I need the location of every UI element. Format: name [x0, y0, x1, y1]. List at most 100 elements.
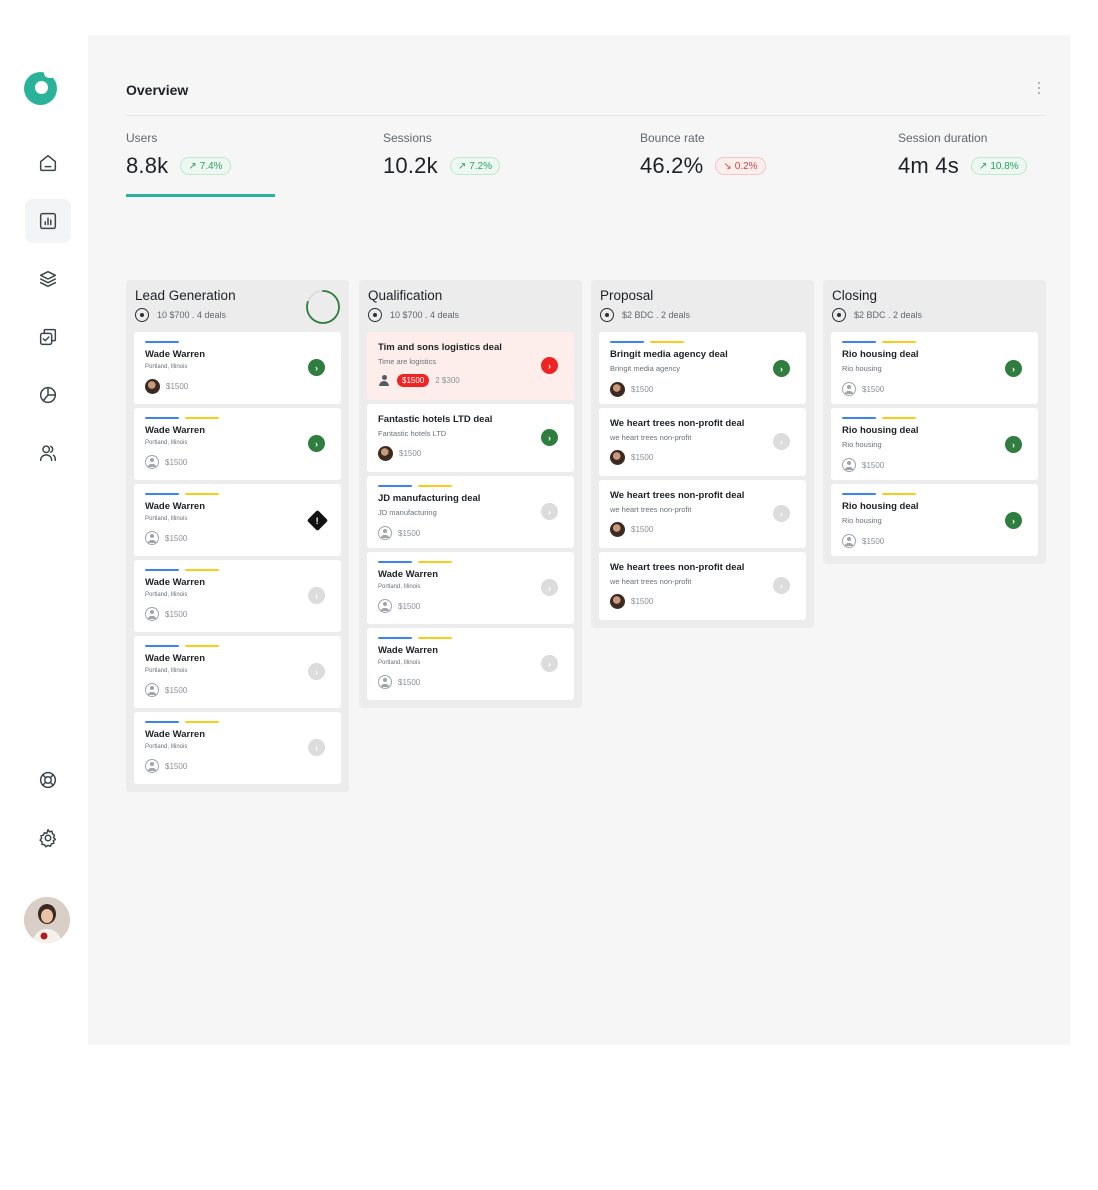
deal-title: Wade Warren: [145, 349, 206, 360]
open-arrow-icon[interactable]: ›: [541, 503, 558, 520]
deal-card[interactable]: Wade Warren Portland, Illinois $1500 ›: [134, 332, 341, 404]
open-arrow-icon[interactable]: ›: [1005, 512, 1022, 529]
deal-card[interactable]: Rio housing deal Rio housing $1500 ›: [831, 408, 1038, 480]
deal-price: $1500: [166, 382, 189, 391]
trend-badge: ↘ 0.2%: [715, 157, 766, 175]
avatar: [610, 522, 625, 537]
open-arrow-icon[interactable]: ›: [773, 433, 790, 450]
deal-card[interactable]: Wade Warren Portland, Illinois $1500 ›: [134, 408, 341, 480]
deal-card[interactable]: Wade Warren Portland, Illinois $1500 ›: [367, 552, 574, 624]
stat-label: Session duration: [898, 131, 988, 145]
deal-price: $1500: [165, 533, 188, 543]
deal-price: $1500: [398, 677, 421, 687]
pie-chart-icon[interactable]: [25, 373, 71, 417]
chart-icon[interactable]: [25, 199, 71, 243]
open-arrow-icon[interactable]: ›: [773, 360, 790, 377]
avatar: [378, 446, 393, 461]
deal-subtitle: Rio housing: [842, 440, 882, 449]
deal-subtitle: Portland, Illinois: [145, 668, 188, 674]
trend-up-icon: ↗: [978, 160, 988, 172]
open-arrow-icon[interactable]: ›: [1005, 436, 1022, 453]
open-arrow-icon[interactable]: ›: [541, 357, 558, 374]
settings-icon[interactable]: [25, 816, 71, 860]
deal-card[interactable]: Rio housing deal Rio housing $1500 ›: [831, 484, 1038, 556]
warning-icon[interactable]: !: [306, 509, 329, 532]
column-summary: $2 BDC . 2 deals: [622, 310, 691, 320]
deal-title: Rio housing deal: [842, 425, 919, 436]
deal-card[interactable]: Wade Warren Portland, Illinois $1500 ›: [134, 560, 341, 632]
stat-session-duration[interactable]: Session duration 4m 4s ↗ 10.8%: [898, 131, 1027, 179]
stat-sessions[interactable]: Sessions 10.2k ↗ 7.2%: [383, 131, 501, 179]
deal-card[interactable]: Wade Warren Portland, Illinois $1500 ›: [367, 628, 574, 700]
target-icon: [832, 308, 846, 322]
open-arrow-icon[interactable]: ›: [308, 739, 325, 756]
deal-subtitle: Rio housing: [842, 364, 882, 373]
deal-title: JD manufacturing deal: [378, 493, 481, 504]
column-summary: 10 $700 . 4 deals: [390, 310, 460, 320]
deal-subtitle: Portland, Illinois: [145, 364, 188, 370]
sidebar: [0, 0, 88, 1190]
deal-price: $1500: [165, 761, 188, 771]
stat-bounce-rate[interactable]: Bounce rate 46.2% ↘ 0.2%: [640, 131, 766, 179]
deal-card[interactable]: Wade Warren Portland, Illinois $1500 ›: [134, 636, 341, 708]
deal-card[interactable]: Wade Warren Portland, Illinois $1500 !: [134, 484, 341, 556]
deal-price: $1500: [862, 536, 885, 546]
deal-card[interactable]: We heart trees non-profit deal we heart …: [599, 552, 806, 620]
stat-label: Bounce rate: [640, 131, 705, 145]
deal-price: $1500: [631, 525, 654, 534]
stat-users[interactable]: Users 8.8k ↗ 7.4%: [126, 131, 231, 179]
trend-badge: ↗ 7.4%: [180, 157, 231, 175]
deal-subtitle: Portland, Illinois: [145, 516, 188, 522]
support-icon[interactable]: [25, 758, 71, 802]
deal-card[interactable]: We heart trees non-profit deal we heart …: [599, 408, 806, 476]
open-arrow-icon[interactable]: ›: [308, 587, 325, 604]
deal-card[interactable]: Bringit media agency deal Bringit media …: [599, 332, 806, 404]
avatar: [610, 382, 625, 397]
open-arrow-icon[interactable]: ›: [541, 429, 558, 446]
deal-card[interactable]: Wade Warren Portland, Illinois $1500 ›: [134, 712, 341, 784]
column-proposal: Proposal $2 BDC . 2 deals Bringit media …: [591, 280, 814, 628]
open-arrow-icon[interactable]: ›: [773, 577, 790, 594]
deal-title: Wade Warren: [145, 729, 206, 740]
deal-card[interactable]: Rio housing deal Rio housing $1500 ›: [831, 332, 1038, 404]
person-icon: [378, 375, 391, 386]
deal-card[interactable]: We heart trees non-profit deal we heart …: [599, 480, 806, 548]
column-summary: $2 BDC . 2 deals: [854, 310, 923, 320]
open-arrow-icon[interactable]: ›: [308, 359, 325, 376]
stat-value: 10.2k: [383, 153, 438, 178]
deal-card-highlighted[interactable]: Tim and sons logistics deal Time are log…: [367, 332, 574, 400]
stat-label: Sessions: [383, 131, 432, 145]
deal-title: Rio housing deal: [842, 349, 919, 360]
user-placeholder-icon: [145, 683, 159, 697]
deal-title: Wade Warren: [145, 501, 206, 512]
more-options-icon[interactable]: [1034, 80, 1044, 96]
deal-price: $1500: [397, 374, 430, 387]
logo-icon[interactable]: [24, 68, 57, 105]
users-icon[interactable]: [25, 431, 71, 475]
deal-card[interactable]: JD manufacturing deal JD manufacturing $…: [367, 476, 574, 548]
deal-title: Wade Warren: [378, 645, 439, 656]
trend-up-icon: ↗: [188, 160, 197, 172]
avatar: [145, 379, 160, 394]
column-title: Qualification: [368, 288, 443, 303]
open-arrow-icon[interactable]: ›: [541, 579, 558, 596]
layers-icon[interactable]: [25, 257, 71, 301]
deal-price: $1500: [165, 457, 188, 467]
open-arrow-icon[interactable]: ›: [541, 655, 558, 672]
column-lead-generation: Lead Generation 10 $700 . 4 deals Wade W…: [126, 280, 349, 792]
open-arrow-icon[interactable]: ›: [308, 435, 325, 452]
user-placeholder-icon: [378, 599, 392, 613]
avatar: [610, 594, 625, 609]
deal-card[interactable]: Fantastic hotels LTD deal Fantastic hote…: [367, 404, 574, 472]
trend-up-icon: ↗: [457, 160, 467, 172]
deal-title: We heart trees non-profit deal: [610, 562, 745, 573]
open-arrow-icon[interactable]: ›: [1005, 360, 1022, 377]
tasks-icon[interactable]: [25, 315, 71, 359]
open-arrow-icon[interactable]: ›: [773, 505, 790, 522]
deal-title: Rio housing deal: [842, 501, 919, 512]
open-arrow-icon[interactable]: ›: [308, 663, 325, 680]
user-placeholder-icon: [842, 382, 856, 396]
user-avatar[interactable]: [24, 897, 70, 943]
home-icon[interactable]: [25, 141, 71, 185]
user-placeholder-icon: [145, 531, 159, 545]
